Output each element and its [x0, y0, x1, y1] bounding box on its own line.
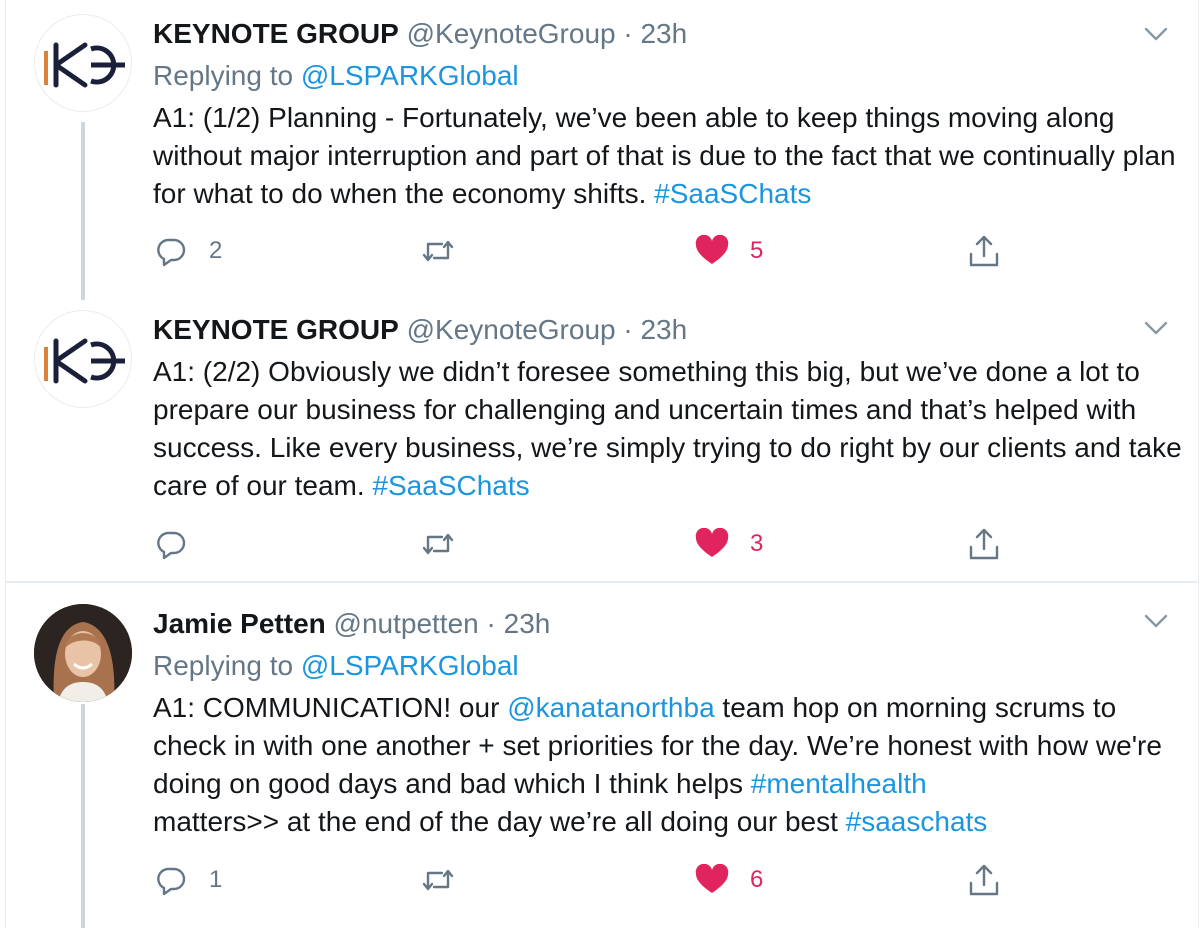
- reply-count: 1: [209, 866, 223, 893]
- chevron-down-icon[interactable]: [1143, 24, 1169, 44]
- keynote-avatar[interactable]: [34, 14, 132, 112]
- like-button[interactable]: 6: [694, 860, 763, 900]
- retweet-button[interactable]: [420, 231, 456, 271]
- keynote-avatar[interactable]: [34, 310, 132, 408]
- share-button[interactable]: [966, 524, 1002, 564]
- like-button[interactable]: 3: [694, 524, 763, 564]
- tweet-header: KEYNOTE GROUP @KeynoteGroup · 23h: [153, 14, 687, 54]
- share-icon: [969, 235, 999, 267]
- tweet-text: A1: (2/2) Obviously we didn’t foresee so…: [153, 353, 1183, 505]
- heart-icon: [695, 864, 729, 893]
- tweet-actions: 2 5: [0, 231, 1203, 271]
- like-count: 5: [750, 237, 764, 264]
- replying-prefix: Replying to: [153, 650, 301, 681]
- profile-photo-icon: [34, 604, 132, 702]
- timestamp[interactable]: 23h: [640, 314, 687, 345]
- replying-to: Replying to @LSPARKGlobal: [153, 57, 519, 95]
- tweet-1[interactable]: KEYNOTE GROUP @KeynoteGroup · 23h Replyi…: [0, 0, 1203, 300]
- keynote-logo-icon: [44, 338, 125, 384]
- heart-icon: [695, 528, 729, 557]
- jamie-avatar[interactable]: [34, 604, 132, 702]
- tweet-header: Jamie Petten @nutpetten · 23h: [153, 604, 550, 644]
- share-button[interactable]: [966, 860, 1002, 900]
- retweet-button[interactable]: [420, 860, 456, 900]
- reply-count: 2: [209, 237, 223, 264]
- separator-dot: ·: [623, 314, 633, 345]
- retweet-icon: [422, 533, 454, 555]
- thread-line: [81, 122, 85, 300]
- reply-icon: [157, 238, 186, 267]
- tweet-actions: 1 6: [0, 860, 1203, 900]
- tweet-actions: 3: [0, 524, 1203, 564]
- retweet-button[interactable]: [420, 524, 456, 564]
- reply-icon: [157, 531, 186, 560]
- heart-icon: [695, 235, 729, 264]
- retweet-icon: [422, 869, 454, 891]
- mention-link[interactable]: @kanatanorthba: [507, 692, 714, 723]
- share-icon: [969, 528, 999, 560]
- retweet-icon: [422, 240, 454, 262]
- author-name[interactable]: KEYNOTE GROUP: [153, 18, 399, 49]
- author-name[interactable]: Jamie Petten: [153, 608, 326, 639]
- hashtag-link[interactable]: #SaaSChats: [654, 178, 811, 209]
- like-count: 6: [750, 866, 764, 893]
- like-count: 3: [750, 530, 764, 557]
- tweet-text-a: A1: COMMUNICATION! our: [153, 692, 508, 723]
- replying-prefix: Replying to: [153, 60, 301, 91]
- replying-to-link[interactable]: @LSPARKGlobal: [301, 60, 519, 91]
- reply-button[interactable]: 2: [155, 231, 222, 271]
- share-button[interactable]: [966, 231, 1002, 271]
- replying-to-link[interactable]: @LSPARKGlobal: [301, 650, 519, 681]
- separator-dot: ·: [486, 608, 496, 639]
- tweet-text: A1: COMMUNICATION! our @kanatanorthba te…: [153, 689, 1183, 841]
- author-handle[interactable]: @KeynoteGroup: [407, 314, 616, 345]
- hashtag-link[interactable]: #saaschats: [846, 806, 988, 837]
- tweet-header: KEYNOTE GROUP @KeynoteGroup · 23h: [153, 310, 687, 350]
- chevron-down-icon[interactable]: [1143, 611, 1169, 631]
- share-icon: [969, 864, 999, 896]
- tweet-text-content: A1: (2/2) Obviously we didn’t foresee so…: [153, 356, 1182, 501]
- tweet-text-c: matters>> at the end of the day we’re al…: [153, 806, 846, 837]
- chevron-down-icon[interactable]: [1143, 318, 1169, 338]
- reply-button[interactable]: 1: [155, 860, 222, 900]
- replying-to: Replying to @LSPARKGlobal: [153, 647, 519, 685]
- tweet-text: A1: (1/2) Planning - Fortunately, we’ve …: [153, 99, 1183, 213]
- tweet-2[interactable]: KEYNOTE GROUP @KeynoteGroup · 23h A1: (2…: [0, 300, 1203, 581]
- hashtag-link[interactable]: #SaaSChats: [372, 470, 529, 501]
- keynote-logo-icon: [44, 42, 125, 88]
- reply-button[interactable]: [155, 524, 187, 564]
- tweet-3[interactable]: Jamie Petten @nutpetten · 23h Replying t…: [0, 583, 1203, 928]
- reply-icon: [157, 867, 186, 896]
- author-handle[interactable]: @nutpetten: [334, 608, 479, 639]
- timestamp[interactable]: 23h: [504, 608, 551, 639]
- separator-dot: ·: [623, 18, 633, 49]
- hashtag-link[interactable]: #mentalhealth: [751, 768, 927, 799]
- timestamp[interactable]: 23h: [640, 18, 687, 49]
- author-handle[interactable]: @KeynoteGroup: [407, 18, 616, 49]
- like-button[interactable]: 5: [694, 231, 763, 271]
- author-name[interactable]: KEYNOTE GROUP: [153, 314, 399, 345]
